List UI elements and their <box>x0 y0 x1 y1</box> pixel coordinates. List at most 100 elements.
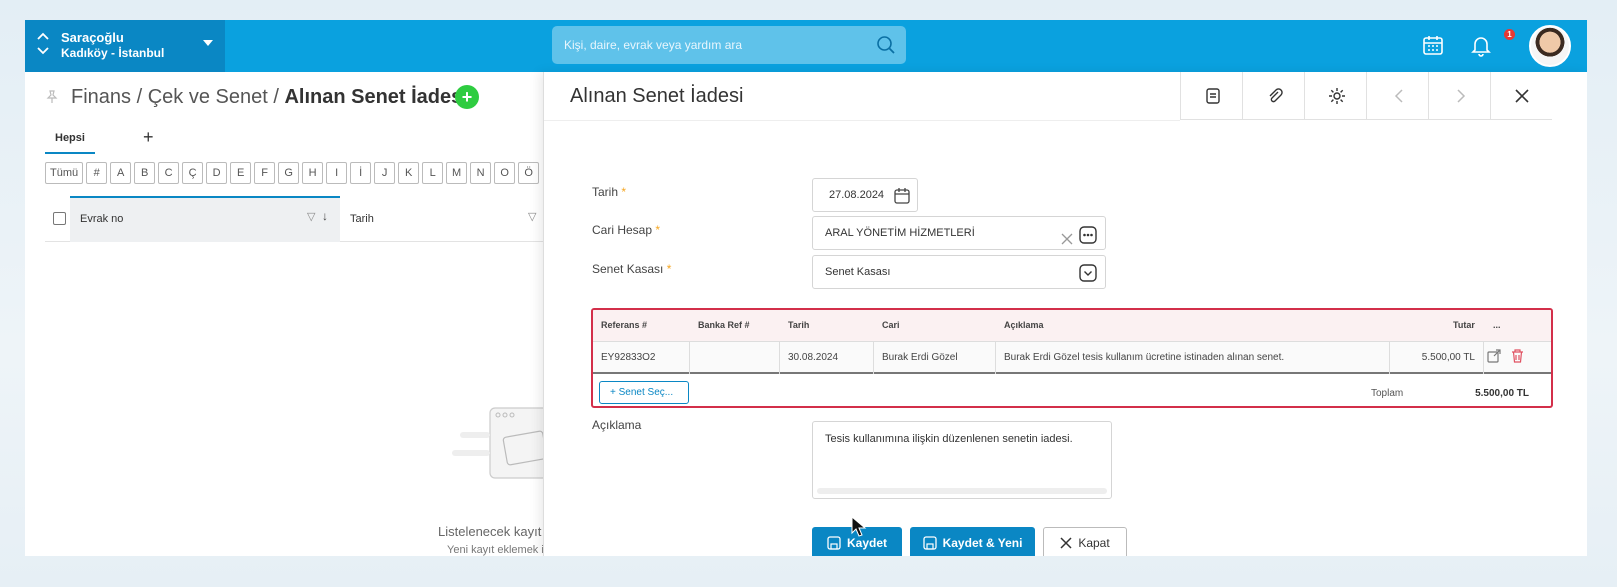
alpha-filter-button[interactable]: B <box>134 162 156 184</box>
bell-icon[interactable] <box>1469 33 1493 62</box>
settings-button[interactable] <box>1304 72 1368 120</box>
delete-icon[interactable] <box>1511 349 1524 366</box>
alpha-filter-button[interactable]: H <box>302 162 324 184</box>
close-icon <box>1060 537 1072 549</box>
next-button[interactable] <box>1428 72 1492 120</box>
alpha-filter-button[interactable]: J <box>374 162 396 184</box>
senet-sec-button[interactable]: + Senet Seç... <box>599 381 689 404</box>
alpha-filter-button[interactable]: C <box>158 162 180 184</box>
senet-kasasi-select[interactable]: Senet Kasası <box>812 255 1106 289</box>
empty-state-illustration <box>450 402 551 487</box>
detail-title: Alınan Senet İadesi <box>570 85 744 107</box>
app-window: Saraçoğlu Kadıköy - İstanbul 1 Finans / … <box>25 20 1587 556</box>
select-all-checkbox[interactable] <box>53 212 66 225</box>
row-referans: EY92833O2 <box>601 352 656 363</box>
cari-hesap-value: ARAL YÖNETİM HİZMETLERİ <box>825 227 975 239</box>
attachment-button[interactable] <box>1242 72 1306 120</box>
table-row[interactable]: EY92833O2 30.08.2024 Burak Erdi Gözel Bu… <box>593 342 1551 374</box>
pin-icon[interactable] <box>45 90 59 107</box>
close-panel-button[interactable] <box>1490 72 1552 120</box>
header-divider <box>544 120 1180 121</box>
top-bar: Saraçoğlu Kadıköy - İstanbul 1 <box>25 20 1587 72</box>
sort-down-icon[interactable]: ↓ <box>322 209 328 223</box>
search-input[interactable] <box>552 26 862 64</box>
grid-header-cari: Cari <box>882 320 900 330</box>
open-external-icon[interactable] <box>1487 349 1501 366</box>
calendar-icon[interactable] <box>893 186 911 218</box>
list-panel: Finans / Çek ve Senet / Alınan Senet İad… <box>25 72 551 556</box>
tarih-label: Tarih * <box>592 185 627 199</box>
tab-all[interactable]: Hepsi <box>45 130 95 154</box>
alpha-filter-button[interactable]: # <box>86 162 108 184</box>
add-tab-button[interactable]: + <box>143 127 154 148</box>
more-options-icon[interactable] <box>1079 225 1097 257</box>
chevron-left-icon <box>1394 88 1403 103</box>
calendar-icon[interactable] <box>1421 33 1445 62</box>
close-button[interactable]: Kapat <box>1043 527 1127 556</box>
avatar[interactable] <box>1529 25 1571 67</box>
senet-grid: Referans # Banka Ref # Tarih Cari Açıkla… <box>591 308 1553 408</box>
alpha-filter-button[interactable]: I <box>326 162 348 184</box>
tarih-field[interactable]: 27.08.2024 <box>812 178 918 212</box>
filter-icon[interactable]: ▽ <box>307 210 315 223</box>
alpha-filter-button[interactable]: E <box>230 162 252 184</box>
row-tutar: 5.500,00 TL <box>1421 352 1475 363</box>
close-icon <box>1514 88 1529 103</box>
organization-switcher[interactable]: Saraçoğlu Kadıköy - İstanbul <box>25 20 225 72</box>
alpha-filter-button[interactable]: Ö <box>518 162 540 184</box>
senet-kasasi-value: Senet Kasası <box>825 266 891 278</box>
chevron-down-icon[interactable] <box>37 47 49 58</box>
column-header-evrak: Evrak no <box>80 213 124 225</box>
alpha-filter-button[interactable]: G <box>278 162 300 184</box>
grid-header-banka-ref: Banka Ref # <box>698 320 750 330</box>
printer-icon <box>1205 87 1220 104</box>
breadcrumb: Finans / Çek ve Senet / Alınan Senet İad… <box>71 86 468 109</box>
print-button[interactable] <box>1180 72 1244 120</box>
alpha-filter-button[interactable]: D <box>206 162 228 184</box>
grid-header-tutar: Tutar <box>1453 320 1475 330</box>
cari-hesap-field[interactable]: ARAL YÖNETİM HİZMETLERİ <box>812 216 1106 250</box>
search-icon[interactable] <box>876 35 896 60</box>
save-icon <box>827 536 841 550</box>
alpha-filter-button[interactable]: F <box>254 162 276 184</box>
organization-name: Saraçoğlu <box>61 30 124 45</box>
row-cari: Burak Erdi Gözel <box>882 352 958 363</box>
alpha-filter-button[interactable]: K <box>398 162 420 184</box>
senet-kasasi-label: Senet Kasası * <box>592 262 672 276</box>
alpha-filter-button[interactable]: Tümü <box>45 162 84 184</box>
alpha-filter-button[interactable]: O <box>494 162 516 184</box>
aciklama-label: Açıklama <box>592 418 642 432</box>
textarea-resize-handle[interactable] <box>817 488 1107 494</box>
save-and-new-button[interactable]: Kaydet & Yeni <box>910 527 1035 556</box>
aciklama-value: Tesis kullanımına ilişkin düzenlenen sen… <box>825 433 1073 445</box>
list-table-header: Evrak no ▽ ↓ Tarih ▽ <box>45 196 545 242</box>
column-header-tarih[interactable]: Tarih <box>350 213 374 225</box>
grid-header-actions: ... <box>1493 320 1501 330</box>
grid-header-aciklama: Açıklama <box>1004 320 1044 330</box>
empty-state-hint: Yeni kayıt eklemek i <box>447 544 544 556</box>
row-tarih: 30.08.2024 <box>788 352 839 363</box>
tarih-value: 27.08.2024 <box>829 189 885 201</box>
add-record-button[interactable]: + <box>455 85 479 109</box>
row-aciklama: Burak Erdi Gözel tesis kullanım ücretine… <box>1004 352 1285 363</box>
empty-state-title: Listelenecek kayıt <box>438 524 542 539</box>
chevron-down-icon[interactable] <box>1079 263 1097 295</box>
alpha-filter-button[interactable]: Ç <box>182 162 204 184</box>
alpha-filter-button[interactable]: L <box>422 162 444 184</box>
filter-icon[interactable]: ▽ <box>528 210 536 223</box>
previous-button[interactable] <box>1366 72 1430 120</box>
alpha-filter-button[interactable]: M <box>446 162 468 184</box>
breadcrumb-path[interactable]: Finans / Çek ve Senet / <box>71 86 284 108</box>
grid-header-referans: Referans # <box>601 320 648 330</box>
alpha-filter-button[interactable]: A <box>110 162 132 184</box>
caret-down-icon[interactable] <box>203 40 213 46</box>
aciklama-textarea[interactable]: Tesis kullanımına ilişkin düzenlenen sen… <box>812 421 1112 499</box>
alpha-filter-button[interactable]: N <box>470 162 492 184</box>
paperclip-icon <box>1269 87 1283 102</box>
alpha-filter-button[interactable]: İ <box>350 162 372 184</box>
grid-header-tarih: Tarih <box>788 320 810 330</box>
chevron-up-icon[interactable] <box>37 32 49 43</box>
gear-icon <box>1328 87 1345 104</box>
clear-icon[interactable] <box>1061 226 1073 258</box>
total-value: 5.500,00 TL <box>1475 388 1529 399</box>
